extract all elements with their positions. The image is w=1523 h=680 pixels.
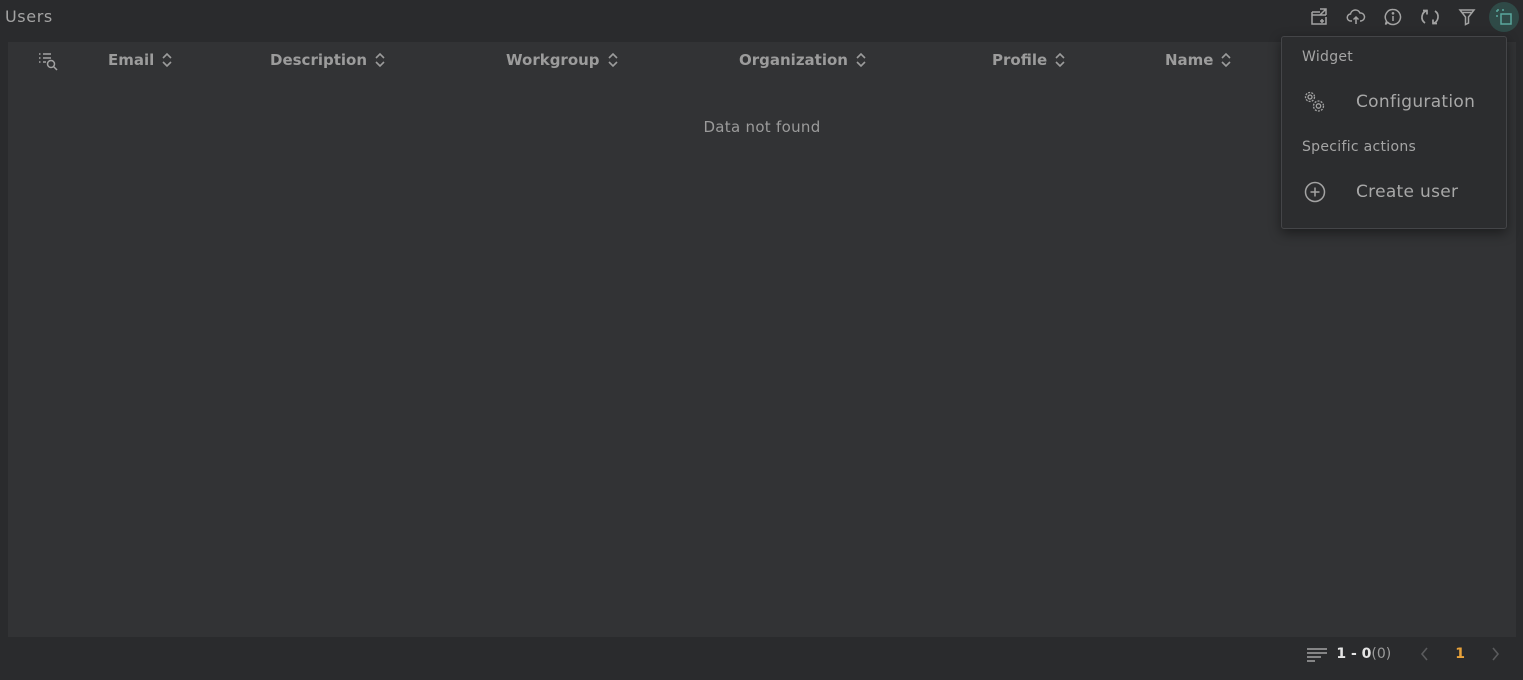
sort-icon	[856, 52, 866, 68]
export-icon	[1311, 8, 1327, 25]
users-widget: Users Email Description Workgroup Organi…	[0, 0, 1523, 680]
refresh-button[interactable]	[1415, 2, 1445, 32]
sort-icon	[607, 52, 618, 68]
column-header-email[interactable]: Email	[108, 51, 173, 69]
chevron-right-icon	[1492, 647, 1500, 661]
widget-title: Users	[5, 7, 53, 26]
filter-icon	[1458, 9, 1476, 26]
info-icon	[1384, 8, 1402, 26]
column-label: Name	[1165, 51, 1214, 69]
rows-per-page-icon[interactable]	[1306, 646, 1328, 662]
pagination-range: 1 - 0	[1336, 646, 1372, 662]
column-header-name[interactable]: Name	[1165, 51, 1232, 69]
upload-button[interactable]	[1341, 2, 1371, 32]
filter-button[interactable]	[1452, 2, 1482, 32]
menu-item-configuration[interactable]: Configuration	[1282, 84, 1506, 120]
menu-item-label: Create user	[1356, 182, 1459, 202]
next-page-button[interactable]	[1483, 642, 1507, 666]
info-button[interactable]	[1378, 2, 1408, 32]
upload-icon	[1346, 9, 1366, 24]
pagination-total: (0)	[1371, 646, 1392, 662]
column-label: Organization	[739, 51, 848, 69]
export-button[interactable]	[1304, 2, 1334, 32]
pagination-bar: 1 - 0 (0) 1	[1306, 641, 1523, 667]
widget-menu-icon	[1496, 9, 1512, 25]
menu-item-label: Configuration	[1356, 92, 1476, 112]
column-header-description[interactable]: Description	[270, 51, 386, 69]
column-label: Profile	[992, 51, 1048, 69]
column-header-workgroup[interactable]: Workgroup	[506, 51, 619, 69]
widget-toolbar	[1297, 2, 1519, 32]
refresh-icon	[1421, 9, 1439, 25]
column-label: Email	[108, 51, 155, 69]
column-header-organization[interactable]: Organization	[739, 51, 867, 69]
sort-icon	[1221, 52, 1232, 68]
current-page[interactable]: 1	[1455, 646, 1465, 662]
column-label: Description	[270, 51, 368, 69]
sort-icon	[375, 52, 385, 68]
gears-icon	[1304, 91, 1325, 112]
column-filter-search-icon[interactable]	[37, 51, 59, 71]
widget-dropdown-menu: Widget Configuration Specific actions Cr…	[1281, 36, 1507, 229]
sort-icon	[162, 52, 172, 68]
menu-section-title: Widget	[1302, 49, 1354, 65]
widget-menu-button[interactable]	[1489, 2, 1519, 32]
column-label: Workgroup	[506, 51, 600, 69]
plus-circle-icon	[1304, 181, 1326, 203]
menu-item-create-user[interactable]: Create user	[1282, 174, 1506, 210]
previous-page-button[interactable]	[1413, 642, 1437, 666]
sort-icon	[1055, 52, 1065, 68]
menu-section-title: Specific actions	[1302, 139, 1417, 155]
chevron-left-icon	[1421, 647, 1428, 661]
column-header-profile[interactable]: Profile	[992, 51, 1066, 69]
